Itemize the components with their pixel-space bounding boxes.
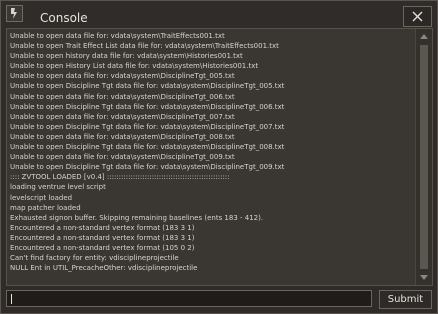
scroll-up-icon[interactable] [419,32,429,42]
scroll-down-icon[interactable] [419,272,429,282]
log-line: Encountered a non-standard vertex format… [10,233,195,242]
log-line: levelscript loaded [10,193,73,202]
scroll-thumb[interactable] [420,45,428,269]
log-line: :::: ZVTOOL LOADED [v0.4] ::::::::::::::… [10,173,230,182]
log-lines: Unable to open data file for: vdata\syst… [10,31,410,273]
log-line: Unable to open Discipline Tgt data file … [10,122,285,131]
command-input[interactable] [6,290,372,307]
log-line: Unable to open Discipline Tgt data file … [10,163,285,172]
close-icon [412,11,423,22]
console-window: Console Unable to open data file for: vd… [0,0,438,314]
log-line: Unable to open Discipline Tgt data file … [10,82,285,91]
log-line: Exhausted signon buffer. Skipping remain… [10,213,264,222]
app-icon [6,5,23,22]
log-line: NULL Ent in UTIL_PrecacheOther: vdiscipl… [10,264,198,273]
log-line: Unable to open data file for: vdata\syst… [10,32,225,40]
log-line: Unable to open Discipline Tgt data file … [10,143,285,152]
close-button[interactable] [403,6,432,27]
log-line: Can't find factory for entity: vdiscipli… [10,254,179,263]
log-line: Unable to open History List data file fo… [10,62,259,71]
log-line: Unable to open data file for: vdata\syst… [10,132,235,141]
log-line: Unable to open Trait Effect List data fi… [10,42,279,51]
title-bar[interactable]: Console [1,1,437,31]
log-line: Unable to open data file for: vdata\syst… [10,92,235,101]
log-line: Unable to open data file for: vdata\syst… [10,112,235,121]
log-line: map patcher loaded [10,203,81,212]
window-title: Console [40,11,88,25]
log-line: Unable to open Discipline Tgt data file … [10,102,285,111]
text-caret [11,294,12,304]
console-log[interactable]: Unable to open data file for: vdata\syst… [6,28,433,286]
log-line: Unable to open data file for: vdata\syst… [10,72,235,81]
log-line: Unable to open history data file for: vd… [10,52,243,61]
log-line: Encountered a non-standard vertex format… [10,223,195,232]
vertical-scrollbar[interactable] [415,29,432,285]
log-line: loading ventrue level script [10,183,106,192]
submit-button[interactable]: Submit [379,290,432,309]
log-line: Encountered a non-standard vertex format… [10,243,195,252]
log-line: Unable to open data file for: vdata\syst… [10,153,235,162]
